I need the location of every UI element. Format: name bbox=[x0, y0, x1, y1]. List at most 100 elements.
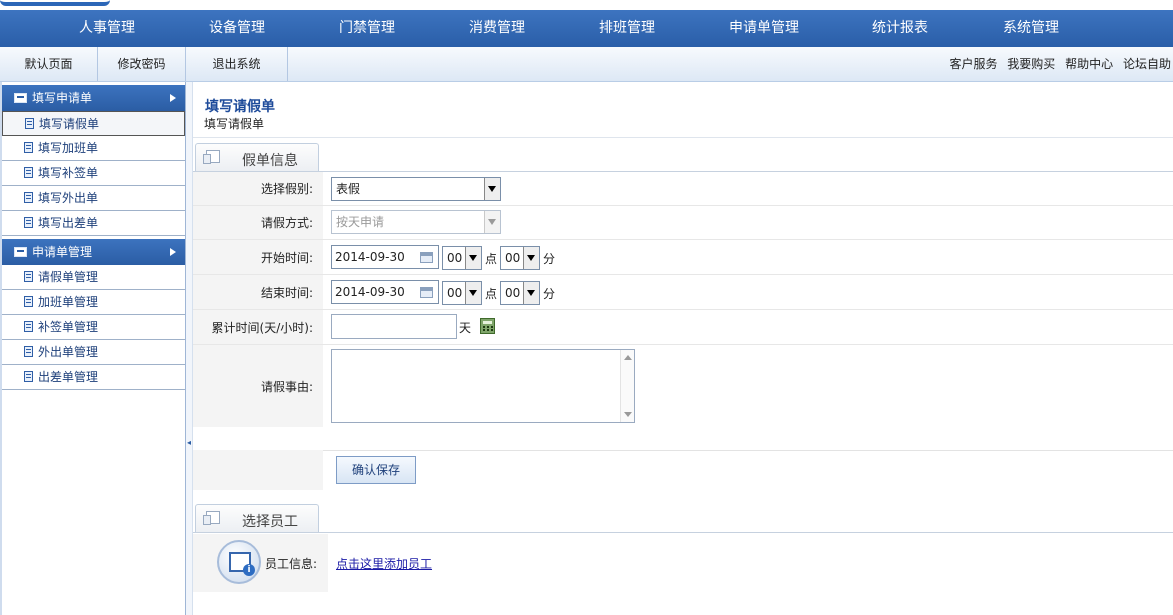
document-icon bbox=[24, 192, 33, 203]
row-leave-type: 选择假别: 表假 bbox=[193, 172, 1173, 206]
top-links: 客户服务 我要购买 帮助中心 论坛自助 bbox=[943, 47, 1171, 81]
calendar-icon[interactable] bbox=[420, 287, 433, 298]
link-forum[interactable]: 论坛自助 bbox=[1123, 57, 1171, 71]
calculator-icon[interactable] bbox=[480, 318, 495, 334]
sidebar-item-label: 请假单管理 bbox=[38, 270, 99, 284]
leave-mode-select: 按天申请 bbox=[331, 210, 501, 234]
tab-change-password[interactable]: 修改密码 bbox=[98, 47, 186, 81]
leave-type-select[interactable]: 表假 bbox=[331, 177, 501, 201]
start-hour-select[interactable]: 00 bbox=[442, 246, 482, 270]
total-time-input[interactable] bbox=[331, 314, 457, 339]
link-customer-service[interactable]: 客户服务 bbox=[949, 57, 997, 71]
hour-unit: 点 bbox=[485, 287, 498, 301]
sidebar-group-manage[interactable]: 申请单管理 bbox=[2, 239, 185, 265]
tab-logout[interactable]: 退出系统 bbox=[186, 47, 288, 81]
end-hour-value: 00 bbox=[447, 286, 463, 300]
scrollbar[interactable] bbox=[620, 350, 634, 422]
section-tab-select-employee: 选择员工 bbox=[195, 504, 319, 532]
document-icon bbox=[203, 150, 220, 164]
total-time-label: 累计时间(天/小时): bbox=[193, 310, 323, 344]
nav-device[interactable]: 设备管理 bbox=[209, 10, 265, 47]
end-minute-value: 00 bbox=[505, 286, 521, 300]
reason-label: 请假事由: bbox=[193, 345, 323, 427]
end-time-label: 结束时间: bbox=[193, 275, 323, 309]
sidebar-item-label: 填写出差单 bbox=[38, 216, 99, 230]
document-icon bbox=[24, 142, 33, 153]
hour-unit: 点 bbox=[485, 252, 498, 266]
confirm-save-button[interactable]: 确认保存 bbox=[336, 456, 416, 484]
tab-default-page[interactable]: 默认页面 bbox=[0, 47, 98, 81]
end-hour-select[interactable]: 00 bbox=[442, 281, 482, 305]
minute-unit: 分 bbox=[543, 287, 556, 301]
document-icon bbox=[24, 346, 33, 357]
link-help[interactable]: 帮助中心 bbox=[1065, 57, 1113, 71]
scroll-up-icon bbox=[624, 355, 632, 360]
employee-info-icon bbox=[217, 540, 261, 584]
sidebar-item-resign-manage[interactable]: 补签单管理 bbox=[2, 315, 185, 340]
sidebar-item-label: 填写补签单 bbox=[38, 166, 99, 180]
scroll-down-icon bbox=[624, 412, 632, 417]
employee-row: 员工信息: 点击这里添加员工 bbox=[193, 534, 1173, 592]
sidebar-item-label: 补签单管理 bbox=[38, 320, 99, 334]
chevron-right-icon bbox=[170, 248, 176, 256]
logo bbox=[0, 0, 110, 6]
start-time-label: 开始时间: bbox=[193, 240, 323, 274]
section-tab-leave-info: 假单信息 bbox=[195, 143, 319, 171]
end-date-value: 2014-09-30 bbox=[335, 285, 405, 299]
start-date-value: 2014-09-30 bbox=[335, 250, 405, 264]
nav-consume[interactable]: 消费管理 bbox=[469, 10, 525, 47]
dropdown-arrow-icon bbox=[523, 282, 539, 304]
sidebar-item-label: 填写请假单 bbox=[39, 117, 100, 131]
minute-unit: 分 bbox=[543, 252, 556, 266]
dropdown-arrow-icon bbox=[465, 247, 481, 269]
sidebar-item-label: 填写外出单 bbox=[38, 191, 99, 205]
row-total-time: 累计时间(天/小时): 天 bbox=[193, 310, 1173, 345]
folder-icon bbox=[14, 93, 27, 103]
nav-access[interactable]: 门禁管理 bbox=[339, 10, 395, 47]
nav-application[interactable]: 申请单管理 bbox=[729, 10, 799, 47]
link-buy[interactable]: 我要购买 bbox=[1007, 57, 1055, 71]
start-minute-value: 00 bbox=[505, 251, 521, 265]
nav-personnel[interactable]: 人事管理 bbox=[79, 10, 135, 47]
day-unit: 天 bbox=[459, 321, 472, 335]
top-strip bbox=[0, 0, 1173, 10]
collapse-arrow-icon: ◂ bbox=[187, 438, 192, 447]
nav-system[interactable]: 系统管理 bbox=[1003, 10, 1059, 47]
sidebar-item-overtime-manage[interactable]: 加班单管理 bbox=[2, 290, 185, 315]
sidebar-item-trip-form[interactable]: 填写出差单 bbox=[2, 211, 185, 236]
start-minute-select[interactable]: 00 bbox=[500, 246, 540, 270]
action-row-label-cell bbox=[193, 450, 323, 490]
sidebar-group-label: 申请单管理 bbox=[32, 245, 93, 259]
sidebar-item-trip-manage[interactable]: 出差单管理 bbox=[2, 365, 185, 390]
document-icon bbox=[24, 321, 33, 332]
reason-textarea[interactable] bbox=[331, 349, 635, 423]
document-icon bbox=[24, 371, 33, 382]
leave-mode-label: 请假方式: bbox=[193, 206, 323, 239]
calendar-icon[interactable] bbox=[420, 252, 433, 263]
leave-type-label: 选择假别: bbox=[193, 172, 323, 205]
document-icon bbox=[24, 217, 33, 228]
dropdown-arrow-icon bbox=[484, 211, 500, 233]
row-leave-mode: 请假方式: 按天申请 bbox=[193, 206, 1173, 240]
add-employee-link[interactable]: 点击这里添加员工 bbox=[336, 555, 432, 572]
sidebar-item-leave-form[interactable]: 填写请假单 bbox=[2, 111, 185, 136]
end-minute-select[interactable]: 00 bbox=[500, 281, 540, 305]
document-icon bbox=[24, 271, 33, 282]
start-date-input[interactable]: 2014-09-30 bbox=[331, 245, 439, 269]
nav-schedule[interactable]: 排班管理 bbox=[599, 10, 655, 47]
divider bbox=[193, 137, 1173, 138]
row-end-time: 结束时间: 2014-09-30 00 点 00 分 bbox=[193, 275, 1173, 310]
sidebar-group-fill-form[interactable]: 填写申请单 bbox=[2, 85, 185, 111]
nav-reports[interactable]: 统计报表 bbox=[872, 10, 928, 47]
dropdown-arrow-icon bbox=[465, 282, 481, 304]
sidebar-item-outing-form[interactable]: 填写外出单 bbox=[2, 186, 185, 211]
sidebar-item-resign-form[interactable]: 填写补签单 bbox=[2, 161, 185, 186]
end-date-input[interactable]: 2014-09-30 bbox=[331, 280, 439, 304]
main-content: 填写请假单 填写请假单 假单信息 选择假别: 表假 请假方式: 按天申请 开始时… bbox=[193, 82, 1173, 615]
page-title: 填写请假单 bbox=[205, 99, 275, 115]
sidebar-item-leave-manage[interactable]: 请假单管理 bbox=[2, 265, 185, 290]
sidebar-item-overtime-form[interactable]: 填写加班单 bbox=[2, 136, 185, 161]
sidebar-item-outing-manage[interactable]: 外出单管理 bbox=[2, 340, 185, 365]
main-nav: 人事管理 设备管理 门禁管理 消费管理 排班管理 申请单管理 统计报表 系统管理 bbox=[0, 10, 1173, 47]
sidebar-toggle[interactable]: ◂ bbox=[186, 82, 193, 615]
